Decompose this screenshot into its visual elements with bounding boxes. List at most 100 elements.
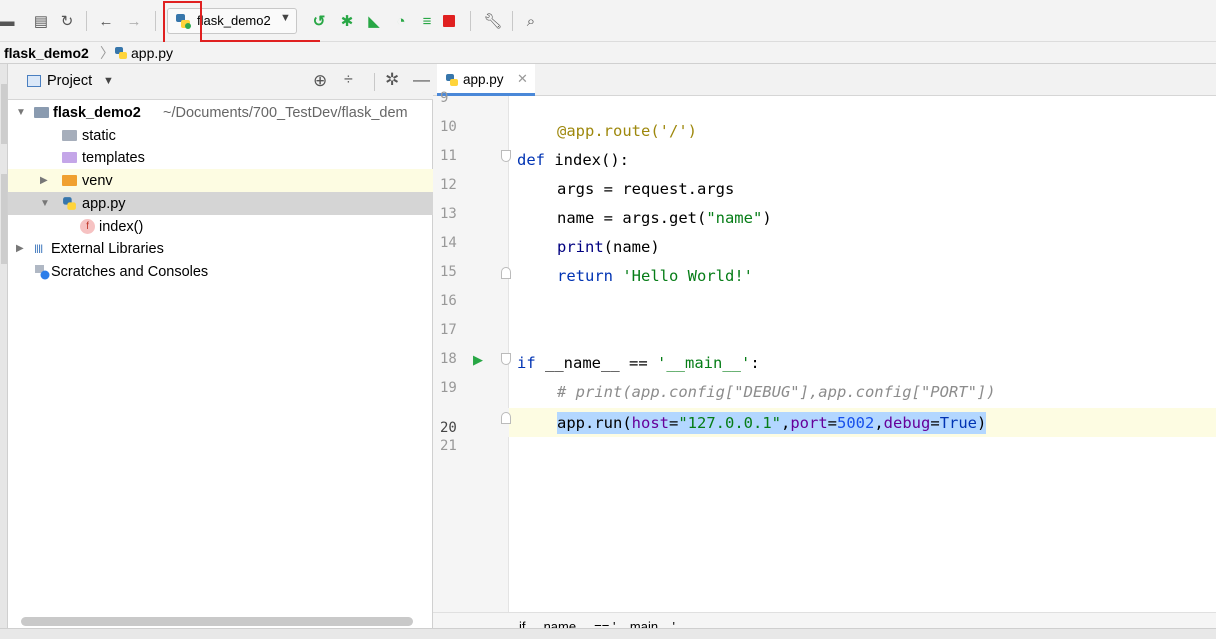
string-literal: "name" — [706, 209, 763, 227]
bottom-tool-stripe — [0, 628, 1216, 639]
code-line-15[interactable]: return 'Hello World!' — [557, 267, 753, 285]
code-line-18[interactable]: if __name__ == '__main__': — [517, 354, 760, 372]
tool-window-stripe — [0, 64, 8, 639]
keyword: if — [517, 354, 536, 372]
tree-item-scratches[interactable]: Scratches and Consoles — [8, 260, 433, 283]
tab-label: app.py — [463, 72, 504, 87]
tree-item-external-libraries[interactable]: ▶ ǁǀǀ External Libraries — [8, 237, 433, 260]
code-line-10[interactable]: @app.route('/') — [557, 122, 697, 140]
code-text: : — [750, 354, 760, 372]
forward-arrow-icon[interactable]: → — [123, 10, 145, 32]
close-icon[interactable]: ✕ — [517, 71, 528, 87]
line-number: 14 — [440, 235, 457, 251]
code-text: args = request.args — [557, 180, 735, 198]
stop-icon[interactable] — [443, 15, 455, 27]
toolbar-divider — [155, 11, 156, 31]
sync-icon[interactable]: ↻ — [56, 10, 78, 32]
code-text: index(): — [545, 151, 629, 169]
fold-marker-icon[interactable] — [501, 412, 511, 424]
code-line-13[interactable]: name = args.get("name") — [557, 209, 772, 227]
tree-item-templates[interactable]: templates — [8, 146, 433, 169]
folder-open-icon[interactable]: ▬ — [0, 10, 18, 32]
tree-item-venv[interactable]: ▶ venv — [8, 169, 433, 192]
string-literal: 'Hello World!' — [613, 267, 753, 285]
breadcrumb-file[interactable]: app.py — [131, 45, 173, 61]
line-number: 9 — [440, 90, 449, 106]
code-text: __name__ == — [535, 354, 657, 372]
search-icon[interactable]: ⌕ — [520, 10, 542, 32]
line-number: 16 — [440, 293, 457, 309]
debug-icon[interactable]: ✱ — [336, 10, 358, 32]
save-icon[interactable]: ▤ — [30, 10, 52, 32]
build-icon[interactable]: ↺ — [308, 10, 330, 32]
project-panel-header: Project ▼ ⊕ ÷ ✲ — — [8, 64, 433, 100]
param-name: host — [631, 414, 669, 432]
tree-item-app-py[interactable]: ▼ app.py — [8, 192, 433, 215]
project-tool-tab[interactable] — [1, 84, 7, 144]
tree-item-label: Scratches and Consoles — [51, 263, 209, 280]
structure-tool-tab[interactable] — [1, 174, 7, 264]
library-icon: ǁǀǀ — [34, 241, 43, 256]
code-editor: app.py ✕ 9 10 11 12 13 14 15 16 17 18 19… — [433, 64, 1216, 639]
python-file-icon — [445, 73, 459, 87]
tree-item-label: index() — [99, 218, 144, 235]
python-file-icon — [62, 196, 77, 211]
expand-arrow-icon[interactable]: ▶ — [40, 175, 48, 186]
expand-arrow-icon[interactable]: ▼ — [16, 107, 26, 118]
code-text: ) — [977, 414, 987, 432]
code-line-14[interactable]: print(name) — [557, 238, 660, 256]
tree-item-label: venv — [82, 172, 113, 189]
gear-icon[interactable]: ✲ — [385, 70, 399, 90]
line-number: 10 — [440, 119, 457, 135]
tree-item-flask-demo2[interactable]: ▼ flask_demo2 ~/Documents/700_TestDev/fl… — [8, 101, 433, 124]
locate-icon[interactable]: ⊕ — [313, 71, 327, 91]
chevron-down-icon[interactable]: ▼ — [103, 75, 114, 87]
main-toolbar: ▬ ▤ ↻ ← → flask_demo2 ▼ ↺ ✱ ◣ ◔ ≡ 🔧︎ ⌕ — [0, 0, 1216, 45]
code-line-11[interactable]: def index(): — [517, 151, 629, 169]
tree-item-static[interactable]: static — [8, 124, 433, 147]
horizontal-scrollbar[interactable] — [21, 617, 413, 626]
builtin: print — [557, 238, 604, 256]
keyword: return — [557, 267, 613, 285]
code-text: ) — [762, 209, 772, 227]
profile-icon[interactable]: ◔ — [390, 10, 412, 32]
chevron-down-icon: ▼ — [280, 12, 291, 24]
expand-arrow-icon[interactable]: ▼ — [40, 198, 50, 209]
back-arrow-icon[interactable]: ← — [95, 10, 117, 32]
breadcrumb-project[interactable]: flask_demo2 — [4, 45, 89, 61]
fold-marker-icon[interactable] — [501, 150, 511, 162]
tree-item-index-function[interactable]: f index() — [8, 215, 433, 238]
folder-icon — [62, 152, 77, 163]
keyword: def — [517, 151, 545, 169]
tree-item-label: External Libraries — [51, 240, 164, 257]
param-name: debug — [883, 414, 931, 432]
tree-item-label: static — [82, 127, 116, 144]
tree-item-label: templates — [82, 149, 145, 166]
run-gutter-icon[interactable]: ▶ — [473, 352, 483, 368]
line-number-active: 20 — [440, 420, 457, 436]
fold-marker-icon[interactable] — [501, 353, 511, 365]
project-panel-title[interactable]: Project — [47, 73, 92, 89]
expand-arrow-icon[interactable]: ▶ — [16, 243, 24, 254]
code-text: = — [930, 414, 940, 432]
line-number: 18 — [440, 351, 457, 367]
collapse-all-icon[interactable]: ÷ — [344, 71, 353, 89]
folder-icon — [62, 130, 77, 141]
code-line-19[interactable]: # print(app.config["DEBUG"],app.config["… — [557, 383, 996, 401]
code-line-20-selected[interactable]: app.run(host="127.0.0.1",port=5002,debug… — [557, 412, 987, 434]
code-line-12[interactable]: args = request.args — [557, 180, 734, 198]
wrench-icon[interactable]: 🔧︎ — [482, 10, 504, 32]
code-text: = — [668, 414, 679, 432]
editor-tab-bar: app.py ✕ — [433, 64, 1216, 96]
tree-item-label: app.py — [82, 195, 126, 212]
coverage-icon[interactable]: ◣ — [363, 10, 385, 32]
header-divider — [374, 73, 375, 91]
line-number: 12 — [440, 177, 457, 193]
code-text: , — [780, 414, 791, 432]
code-text: , — [874, 414, 884, 432]
concurrency-icon[interactable]: ≡ — [416, 10, 438, 32]
hide-icon[interactable]: — — [413, 70, 430, 90]
fold-marker-icon[interactable] — [501, 267, 511, 279]
code-text: (name) — [603, 238, 660, 256]
line-number: 15 — [440, 264, 457, 280]
